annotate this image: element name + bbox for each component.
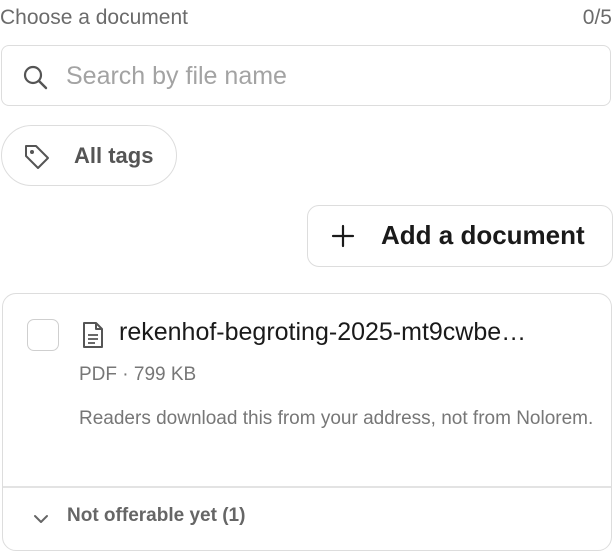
all-tags-label: All tags — [74, 143, 154, 168]
search-box[interactable] — [1, 45, 611, 106]
search-input[interactable] — [66, 56, 596, 96]
file-icon — [81, 321, 105, 349]
add-document-button[interactable]: Add a document — [307, 205, 613, 267]
document-meta: PDF · 799 KB — [79, 364, 197, 385]
chevron-down-icon — [31, 509, 51, 529]
document-card: rekenhof-begroting-2025-mt9cwbe… PDF · 7… — [2, 293, 612, 551]
add-document-label: Add a document — [381, 220, 585, 250]
all-tags-button[interactable]: All tags — [1, 125, 177, 186]
page-title: Choose a document — [0, 6, 188, 29]
not-offerable-toggle[interactable]: Not offerable yet (1) — [3, 488, 611, 550]
not-offerable-label: Not offerable yet (1) — [67, 505, 246, 526]
document-checkbox[interactable] — [27, 319, 59, 351]
search-icon — [22, 64, 48, 90]
plus-icon — [330, 223, 356, 249]
header: Choose a document 0/5 — [0, 0, 614, 36]
document-note: Readers download this from your address,… — [79, 408, 594, 429]
selection-count: 0/5 — [582, 6, 612, 29]
document-name[interactable]: rekenhof-begroting-2025-mt9cwbe… — [119, 318, 589, 347]
tag-icon — [22, 142, 52, 172]
